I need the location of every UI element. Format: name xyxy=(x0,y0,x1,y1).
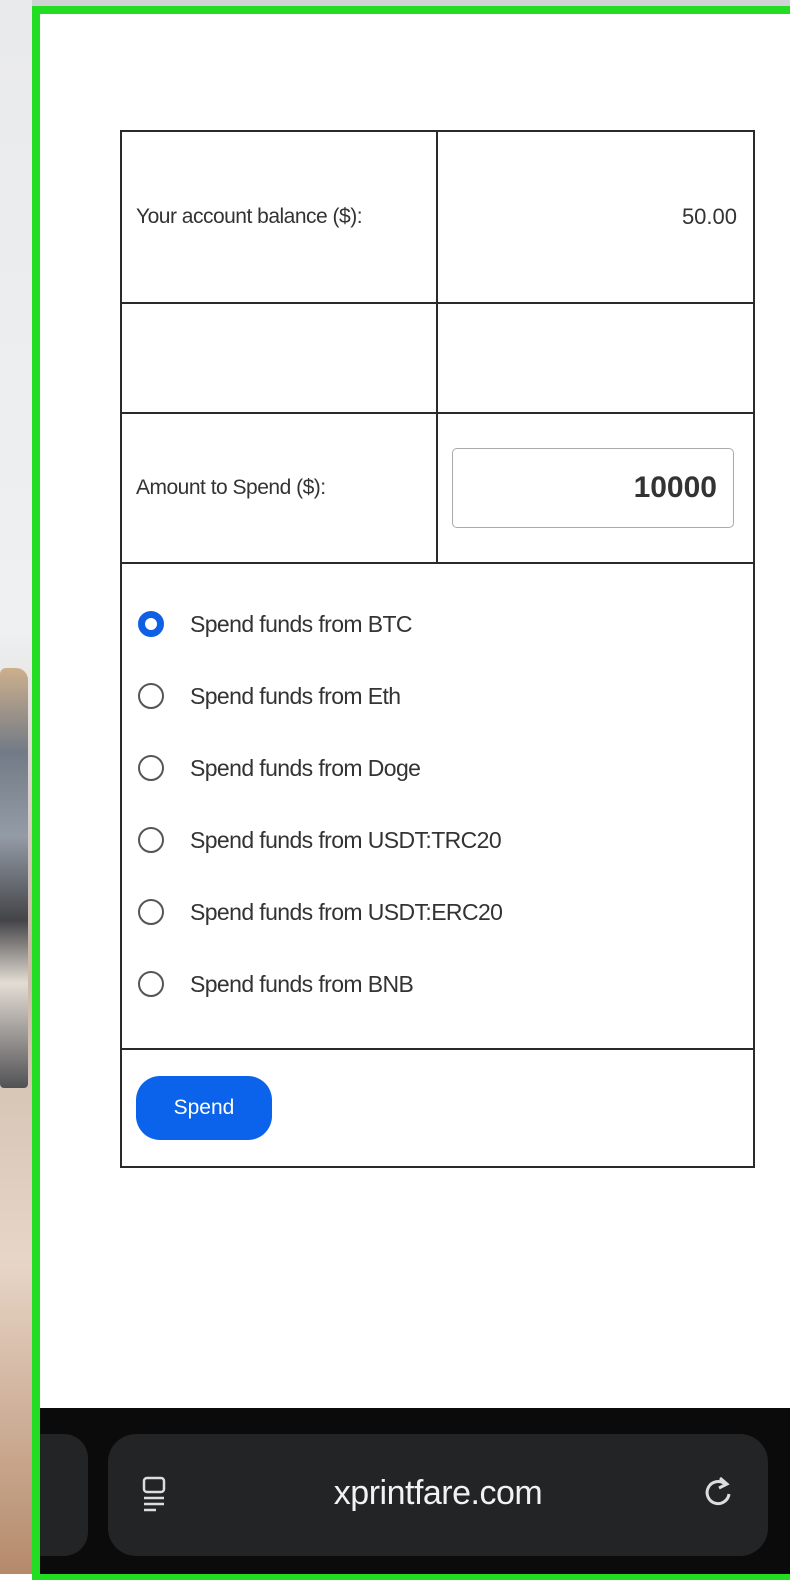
options-row: Spend funds from BTC Spend funds from Et… xyxy=(120,562,755,1050)
spend-button[interactable]: Spend xyxy=(136,1076,272,1140)
option-usdt-erc20[interactable]: Spend funds from USDT:ERC20 xyxy=(138,876,739,948)
option-label: Spend funds from Eth xyxy=(190,682,401,709)
option-bnb[interactable]: Spend funds from BNB xyxy=(138,948,739,1020)
option-label: Spend funds from USDT:TRC20 xyxy=(190,826,502,853)
balance-value: 50.00 xyxy=(436,130,755,304)
spend-form-table: Your account balance ($): 50.00 Amount t… xyxy=(120,130,755,1168)
button-cell: Spend xyxy=(120,1048,755,1168)
empty-cell xyxy=(436,302,755,414)
radio-button-checked[interactable] xyxy=(138,611,164,637)
empty-row xyxy=(120,302,755,414)
radio-button[interactable] xyxy=(138,827,164,853)
radio-button[interactable] xyxy=(138,683,164,709)
balance-row: Your account balance ($): 50.00 xyxy=(120,130,755,304)
amount-row: Amount to Spend ($): xyxy=(120,412,755,564)
option-doge[interactable]: Spend funds from Doge xyxy=(138,732,739,804)
address-bar[interactable]: xprintfare.com xyxy=(108,1434,768,1556)
browser-bottom-bar: xprintfare.com xyxy=(40,1408,790,1574)
amount-label: Amount to Spend ($): xyxy=(120,412,438,564)
option-label: Spend funds from BNB xyxy=(190,970,414,997)
funding-source-options: Spend funds from BTC Spend funds from Et… xyxy=(120,562,755,1050)
reload-icon[interactable] xyxy=(698,1472,738,1512)
amount-cell xyxy=(436,412,755,564)
option-eth[interactable]: Spend funds from Eth xyxy=(138,660,739,732)
radio-button[interactable] xyxy=(138,899,164,925)
amount-input[interactable] xyxy=(452,448,734,528)
option-label: Spend funds from BTC xyxy=(190,610,413,637)
radio-button[interactable] xyxy=(138,755,164,781)
option-usdt-trc20[interactable]: Spend funds from USDT:TRC20 xyxy=(138,804,739,876)
background-figure xyxy=(0,668,28,1088)
background-photo xyxy=(0,0,32,1574)
empty-cell xyxy=(120,302,438,414)
url-text[interactable]: xprintfare.com xyxy=(108,1474,768,1513)
previous-tab-pill[interactable] xyxy=(40,1434,88,1556)
balance-label: Your account balance ($): xyxy=(120,130,438,304)
option-btc[interactable]: Spend funds from BTC xyxy=(138,588,739,660)
option-label: Spend funds from USDT:ERC20 xyxy=(190,898,503,925)
button-row: Spend xyxy=(120,1048,755,1168)
radio-button[interactable] xyxy=(138,971,164,997)
option-label: Spend funds from Doge xyxy=(190,754,421,781)
